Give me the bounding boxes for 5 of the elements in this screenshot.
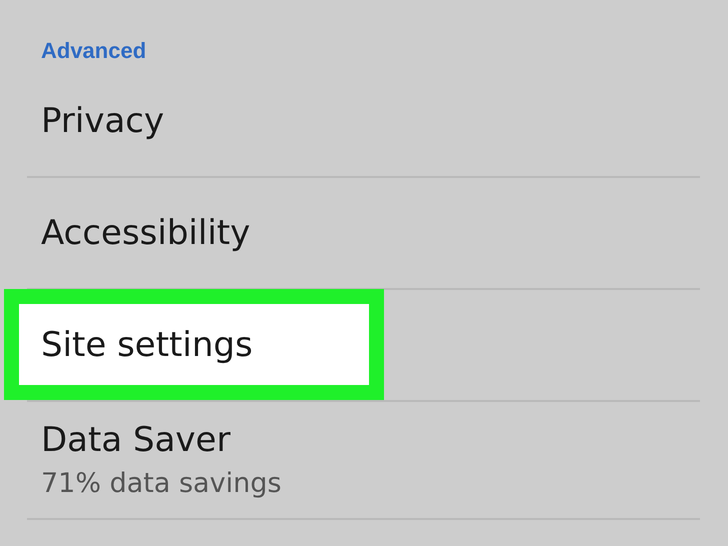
settings-item[interactable]: Site settings [4, 289, 384, 400]
section-header: Advanced [41, 37, 146, 65]
settings-item[interactable]: Accessibility [0, 178, 250, 288]
settings-item[interactable]: Privacy [0, 66, 164, 176]
settings-item[interactable]: Data Saver 71% data savings [0, 402, 282, 518]
